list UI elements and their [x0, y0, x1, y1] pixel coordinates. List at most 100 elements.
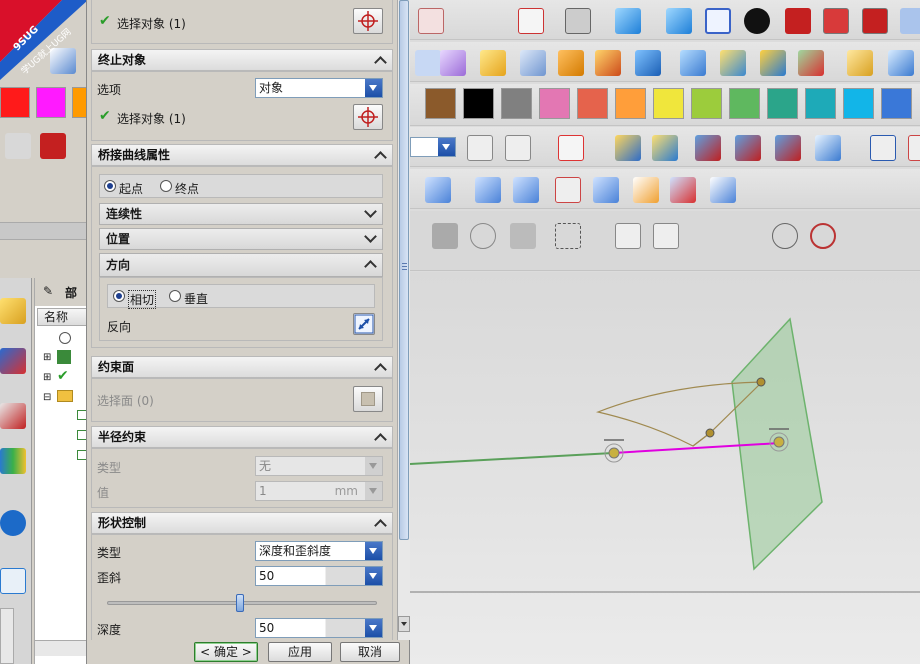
tool-a-icon[interactable]: [5, 133, 31, 159]
radio-perpendicular-label[interactable]: 垂直: [184, 290, 208, 307]
boolean-icon[interactable]: [888, 50, 914, 76]
expand-icon[interactable]: ⊞: [43, 372, 51, 383]
option-select[interactable]: 对象: [255, 78, 383, 98]
render-style-icon[interactable]: [565, 8, 591, 34]
depth-input[interactable]: 50: [255, 618, 383, 638]
color-swatch[interactable]: [729, 88, 760, 119]
collapse-icon[interactable]: ⊟: [43, 392, 51, 403]
slash-icon[interactable]: [888, 223, 914, 249]
reuse-library-icon[interactable]: [0, 448, 26, 474]
select-face-button[interactable]: [353, 386, 383, 412]
radio-end[interactable]: [160, 180, 172, 192]
fit-view-icon[interactable]: [518, 8, 544, 34]
snap-center-icon[interactable]: [653, 223, 679, 249]
history-node-icon[interactable]: [59, 332, 71, 344]
position-header[interactable]: 位置: [99, 228, 383, 250]
curve-icon[interactable]: [425, 177, 451, 203]
global-shaping-icon[interactable]: [670, 177, 696, 203]
skew-slider-track[interactable]: [107, 594, 377, 612]
layer-icon[interactable]: [823, 8, 849, 34]
circle-center-icon[interactable]: [772, 223, 798, 249]
color-swatch[interactable]: [881, 88, 912, 119]
hide-show-icon[interactable]: [744, 8, 770, 34]
snap-mid-icon[interactable]: [775, 135, 801, 161]
sketch-icon[interactable]: [418, 8, 444, 34]
color-swatch[interactable]: [501, 88, 532, 119]
radio-start[interactable]: [104, 180, 116, 192]
select-end-object-button[interactable]: [353, 104, 383, 130]
pin-icon[interactable]: ✎: [43, 284, 53, 298]
bridge-curve-icon[interactable]: [555, 177, 581, 203]
color-swatch[interactable]: [805, 88, 836, 119]
rotate-icon[interactable]: [470, 223, 496, 249]
layer-visible-icon[interactable]: [505, 135, 531, 161]
shape-control-header[interactable]: 形状控制: [91, 512, 393, 534]
start-point-handle[interactable]: [608, 447, 620, 459]
color-swatch[interactable]: [0, 87, 30, 118]
radio-tangent[interactable]: [113, 290, 125, 302]
add-point-icon[interactable]: [798, 50, 824, 76]
x-form-icon[interactable]: [633, 177, 659, 203]
radio-start-label[interactable]: 起点: [119, 180, 143, 197]
shaded-edges-icon[interactable]: [666, 8, 692, 34]
apply-button[interactable]: 应用: [268, 642, 332, 662]
3d-viewport[interactable]: [410, 272, 920, 664]
end-object-header[interactable]: 终止对象: [91, 49, 393, 71]
line-point-icon[interactable]: [733, 223, 759, 249]
column-header-name[interactable]: 名称: [37, 308, 91, 326]
expand-icon[interactable]: ⊞: [43, 352, 51, 363]
color-swatch[interactable]: [615, 88, 646, 119]
wireframe-icon[interactable]: [705, 8, 731, 34]
color-swatch[interactable]: [767, 88, 798, 119]
radio-end-label[interactable]: 终点: [175, 180, 199, 197]
edit-object-icon[interactable]: [615, 135, 641, 161]
color-swatch[interactable]: [843, 88, 874, 119]
bridge-props-header[interactable]: 桥接曲线属性: [91, 144, 393, 166]
color-swatch[interactable]: [539, 88, 570, 119]
color-swatch[interactable]: [653, 88, 684, 119]
mesh-surface-icon[interactable]: [440, 50, 466, 76]
constraint-navigator-icon[interactable]: [0, 348, 26, 374]
select-box-icon[interactable]: [555, 223, 581, 249]
snap-grid-icon[interactable]: [615, 223, 641, 249]
select-object-button[interactable]: [353, 8, 383, 34]
color-swatch[interactable]: [425, 88, 456, 119]
trim-icon[interactable]: [720, 50, 746, 76]
radius-type-select[interactable]: 无: [255, 456, 383, 476]
extrude-surface-icon[interactable]: [558, 50, 584, 76]
radius-value-input[interactable]: 1 mm: [255, 481, 383, 501]
color-swatch[interactable]: [691, 88, 722, 119]
layer-settings-icon[interactable]: [467, 135, 493, 161]
cancel-button[interactable]: 取消: [340, 642, 400, 662]
solid-icon[interactable]: [432, 223, 458, 249]
radio-perpendicular[interactable]: [169, 290, 181, 302]
measure-distance-icon[interactable]: [815, 135, 841, 161]
circle-icon[interactable]: [810, 223, 836, 249]
control-point[interactable]: [756, 377, 766, 387]
resource-scrollbar[interactable]: [0, 608, 14, 664]
model-views-icon[interactable]: [57, 350, 71, 364]
shape-type-select[interactable]: 深度和歪斜度: [255, 541, 383, 561]
through-curves-icon[interactable]: [513, 177, 539, 203]
surface-tool-icon[interactable]: [415, 50, 441, 76]
point-icon[interactable]: [850, 223, 876, 249]
color-swatch[interactable]: [463, 88, 494, 119]
block-icon[interactable]: [40, 133, 66, 159]
radio-tangent-label[interactable]: 相切: [128, 290, 157, 309]
layer-settings-icon[interactable]: [862, 8, 888, 34]
part-navigator-icon[interactable]: [0, 403, 26, 429]
skew-slider-thumb[interactable]: [236, 594, 244, 612]
control-point[interactable]: [705, 428, 715, 438]
ok-button[interactable]: < 确定 >: [194, 642, 258, 662]
reverse-direction-button[interactable]: [353, 313, 375, 335]
line-tool-icon[interactable]: [695, 223, 721, 249]
web-browser-icon[interactable]: [0, 510, 26, 536]
scroll-down-button[interactable]: [398, 616, 410, 632]
wcs-icon[interactable]: [558, 135, 584, 161]
continuity-header[interactable]: 连续性: [99, 203, 383, 225]
styled-sweep-icon[interactable]: [593, 177, 619, 203]
end-point-handle[interactable]: [773, 436, 785, 448]
section-view-icon[interactable]: [785, 8, 811, 34]
layer-combo[interactable]: [410, 137, 456, 157]
radius-constraint-header[interactable]: 半径约束: [91, 426, 393, 448]
